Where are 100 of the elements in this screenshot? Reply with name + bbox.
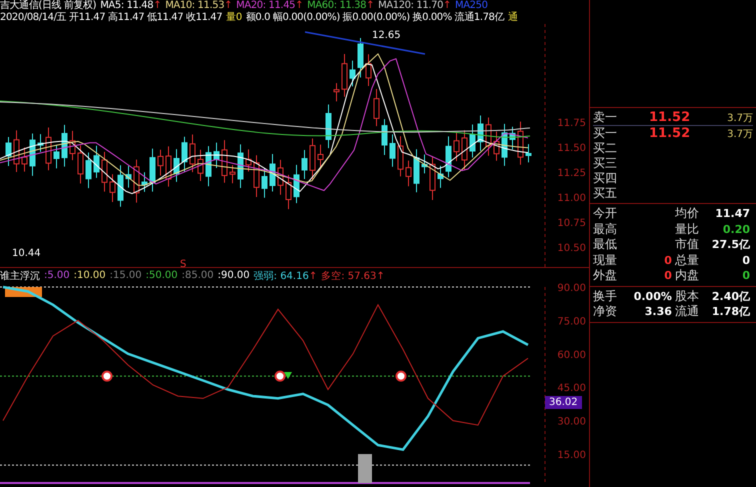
candlestick [478,114,484,152]
candlestick [510,126,516,150]
order-label: 买三 [593,155,617,172]
candlestick [70,130,76,161]
indicator-axis-label: 30.00 [557,416,586,428]
candlestick [462,130,468,170]
candlestick [374,88,380,127]
order-label: 卖一 [593,109,617,126]
candlestick [470,124,476,158]
signal-dot-icon [396,370,406,382]
candlestick [158,149,164,176]
indicator-axis-label: 15.00 [557,450,586,462]
candlestick [318,144,324,168]
signal-dot-icon [102,370,112,382]
stat-value: 11.47 [715,207,750,220]
candlestick [206,146,212,187]
candlestick [110,174,116,202]
stat-label: 净资 [593,303,617,320]
candlestick [422,154,428,174]
quote-text: 量0 [226,12,242,24]
price-axis-label: 11.25 [557,168,586,179]
candlestick [358,37,364,78]
order-label: 买一 [593,125,617,142]
order-label: 买四 [593,170,617,187]
candlestick [126,166,132,188]
volume-bar [358,454,372,483]
candlestick [142,172,148,192]
candlestick [166,146,172,188]
candlestick [286,174,292,210]
indicator-param: :90.00 [218,270,250,282]
ma-reading: MA120: 11.70↑ [378,0,452,12]
candlestick [230,164,236,184]
order-price: 11.52 [649,110,692,125]
candlestick [6,136,12,166]
stat-label: 现量 [593,252,617,269]
stat-value: 27.5亿 [712,237,750,252]
stat-value: 0 [742,269,750,282]
candlestick [438,165,444,188]
price-axis-label: 10.75 [557,218,586,229]
candlestick [518,121,524,166]
candlestick [254,154,260,198]
candlestick [390,134,396,168]
candlestick [454,132,460,162]
candlestick [350,60,356,87]
price-axis-label: 11.50 [557,143,586,154]
low-price-label: 10.44 [12,248,41,259]
indicator-param: :50.00 [146,270,178,282]
candlestick [342,54,348,98]
candlestick [270,154,276,192]
candlestick [86,152,92,189]
stat-label: 流通 [674,303,699,320]
quote-text: 通 [508,12,518,24]
stat-value: 0.20 [722,222,750,236]
candlestick [102,151,108,192]
indicator-param: :15.00 [110,270,142,282]
candlestick [174,148,180,182]
indicator-axis-label: 75.00 [557,316,586,328]
stat-label: 内盘 [674,267,699,284]
candlestick [502,123,508,166]
candlestick [38,134,44,152]
candlestick [214,142,220,169]
candlestick [334,82,340,102]
indicator-name: 谁主浮沉 [0,270,40,283]
stat-label: 市值 [674,236,699,254]
candlestick [134,159,140,204]
price-axis-label: 10.50 [557,243,586,254]
price-axis-label: 11.00 [557,193,586,204]
candlestick [222,140,228,184]
candlestick [446,136,452,178]
candlestick [190,134,196,173]
signal-dot-icon [274,370,286,382]
high-price-label: 12.65 [372,30,401,41]
ma-reading: MA5: 11.48↑ [100,0,162,12]
triangle-icon [284,372,292,379]
candlestick [526,144,532,163]
candlestick [78,144,84,184]
indicator-param: :10.00 [74,270,106,282]
candlestick [414,148,420,193]
indicator-axis-label: 90.00 [557,283,586,294]
candlestick [398,136,404,177]
candlestick [150,148,156,192]
stat-label: 最低 [593,236,617,254]
signal-marker: S [180,259,186,268]
candlestick [62,124,68,168]
stat-label: 今开 [593,205,617,222]
indicator-axis-label: 45.00 [557,383,586,394]
stat-label: 量比 [674,220,699,238]
candlestick [238,144,244,188]
candlestick [486,117,492,156]
candlestick [198,149,204,182]
stat-value: 1.78亿 [712,304,750,320]
candlestick [310,138,316,181]
candlestick [246,148,252,172]
stat-value: 0 [664,269,672,282]
value-tag: 36.02 [545,396,582,409]
candlestick [118,164,124,208]
stat-value: 0.00% [634,290,672,303]
stock-title: 吉大通信(日线 前复权) [0,0,96,12]
indicator-axis-label: 60.00 [557,350,586,361]
stat-label: 换手 [593,288,617,305]
